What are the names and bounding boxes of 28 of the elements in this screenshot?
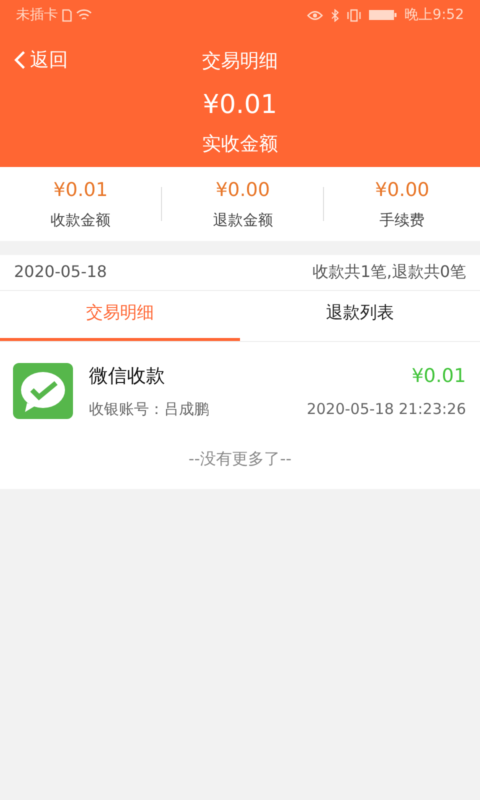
bluetooth-icon bbox=[330, 8, 339, 22]
stat-label: 退款金额 bbox=[212, 210, 274, 230]
eye-icon bbox=[306, 10, 323, 20]
carrier-text: 未插卡 bbox=[16, 6, 58, 24]
date-text: 2020-05-18 bbox=[14, 261, 107, 283]
stat-value: ¥0.01 bbox=[52, 178, 109, 203]
amount-label: 实收金额 bbox=[202, 133, 278, 155]
end-of-list-text: --没有更多了-- bbox=[188, 448, 292, 468]
chat-check-icon bbox=[13, 363, 73, 419]
back-chevron-icon bbox=[14, 50, 26, 70]
stat-value: ¥0.00 bbox=[214, 178, 271, 203]
clock-text: 晚上9:52 bbox=[404, 6, 464, 24]
vibrate-icon bbox=[346, 8, 361, 22]
transaction-title: 微信收款 bbox=[89, 364, 165, 388]
transaction-amount: ¥0.01 bbox=[412, 364, 466, 388]
cashier-text: 收银账号：吕成鹏 bbox=[89, 399, 209, 420]
amount-value: ¥0.01 bbox=[202, 92, 278, 118]
transaction-time: 2020-05-18 21:23:26 bbox=[306, 399, 466, 420]
back-button[interactable]: 返回 bbox=[10, 44, 72, 76]
stat-label: 手续费 bbox=[378, 210, 426, 230]
tab[interactable]: 退款列表 bbox=[240, 290, 480, 340]
stat-label: 收款金额 bbox=[50, 210, 112, 230]
sim-icon bbox=[62, 8, 72, 22]
count-summary: 收款共1笔,退款共0笔 bbox=[312, 261, 466, 283]
wifi-icon bbox=[76, 8, 92, 22]
battery-icon bbox=[368, 9, 397, 21]
page-title: 交易明细 bbox=[202, 48, 278, 74]
stat-value: ¥0.00 bbox=[374, 178, 430, 203]
